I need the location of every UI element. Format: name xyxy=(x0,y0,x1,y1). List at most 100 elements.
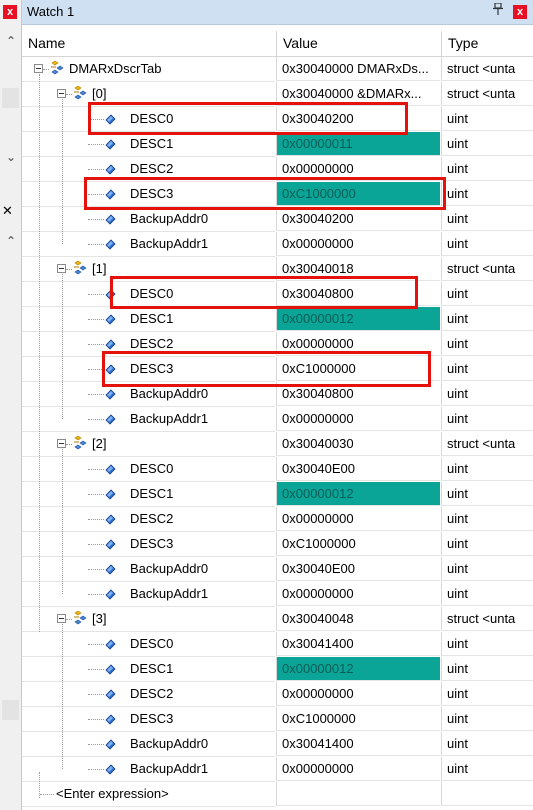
row-name-cell[interactable]: BackupAddr1 xyxy=(22,232,275,257)
row-value[interactable]: 0x30040048 xyxy=(276,607,440,631)
table-row[interactable]: DESC2 0x00000000 uint xyxy=(22,682,533,707)
table-row[interactable]: BackupAddr1 0x00000000 uint xyxy=(22,232,533,257)
row-name-cell[interactable]: BackupAddr0 xyxy=(22,207,275,232)
enter-expression-value xyxy=(276,782,440,806)
row-value[interactable]: 0x00000000 xyxy=(276,757,440,781)
row-value[interactable]: 0x00000012 xyxy=(276,657,440,681)
table-row[interactable]: DESC1 0x00000011 uint xyxy=(22,132,533,157)
chevron-up-icon-2[interactable]: ⌃ xyxy=(4,234,18,248)
row-value[interactable]: 0x00000000 xyxy=(276,232,440,256)
chevron-down-icon[interactable]: ⌄ xyxy=(4,150,18,164)
table-row[interactable]: DESC1 0x00000012 uint xyxy=(22,307,533,332)
row-value[interactable]: 0x30040200 xyxy=(276,207,440,231)
row-type: struct <unta xyxy=(441,432,533,456)
enter-expression-input[interactable]: <Enter expression> xyxy=(56,782,169,806)
table-row[interactable]: BackupAddr1 0x00000000 uint xyxy=(22,582,533,607)
row-value[interactable]: 0x00000012 xyxy=(276,482,440,506)
row-value[interactable]: 0x30040E00 xyxy=(276,557,440,581)
row-value[interactable]: 0x30041400 xyxy=(276,632,440,656)
table-row[interactable]: BackupAddr1 0x00000000 uint xyxy=(22,757,533,782)
collapse-toggle-icon[interactable] xyxy=(57,439,66,448)
row-name-cell[interactable]: [3] xyxy=(22,607,275,632)
table-row[interactable]: DESC2 0x00000000 uint xyxy=(22,507,533,532)
column-header-type[interactable]: Type xyxy=(441,31,533,56)
row-name-cell[interactable]: BackupAddr0 xyxy=(22,732,275,757)
row-value[interactable]: 0x30041400 xyxy=(276,732,440,756)
row-value[interactable]: 0x30040E00 xyxy=(276,457,440,481)
blue-diamond-field-icon xyxy=(102,536,118,552)
table-row[interactable]: DESC0 0x30040E00 uint xyxy=(22,457,533,482)
row-value[interactable]: 0x00000012 xyxy=(276,307,440,331)
row-name-cell[interactable]: DESC3 xyxy=(22,532,275,557)
enter-expression-row[interactable]: <Enter expression> xyxy=(22,782,533,807)
row-name: DESC1 xyxy=(130,486,174,501)
row-name-cell[interactable]: DESC0 xyxy=(22,457,275,482)
table-row[interactable]: DESC3 0xC1000000 uint xyxy=(22,707,533,732)
table-row[interactable]: BackupAddr0 0x30040E00 uint xyxy=(22,557,533,582)
blue-diamond-field-icon xyxy=(102,336,118,352)
row-name: BackupAddr0 xyxy=(130,736,209,751)
row-name-cell[interactable]: DESC0 xyxy=(22,632,275,657)
enter-expression-cell[interactable]: <Enter expression> xyxy=(22,782,275,807)
row-name-cell[interactable]: BackupAddr1 xyxy=(22,582,275,607)
table-row[interactable]: DMARxDscrTab 0x30040000 DMARxDs... struct … xyxy=(22,57,533,82)
row-name-cell[interactable]: DESC1 xyxy=(22,657,275,682)
row-type: uint xyxy=(441,707,533,731)
row-name: DESC2 xyxy=(130,686,174,701)
row-name-cell[interactable]: DESC1 xyxy=(22,482,275,507)
blue-diamond-field-icon xyxy=(102,161,118,177)
row-name-cell[interactable]: DESC3 xyxy=(22,707,275,732)
row-value[interactable]: 0x30040030 xyxy=(276,432,440,456)
table-row[interactable]: BackupAddr1 0x00000000 uint xyxy=(22,407,533,432)
column-header: Name Value Type xyxy=(22,31,533,57)
watch-tree: DMARxDscrTab 0x30040000 DMARxDs... struct … xyxy=(22,57,533,807)
row-name: DESC1 xyxy=(130,136,174,151)
adjacent-scroll-thumb[interactable] xyxy=(2,88,19,108)
pin-icon[interactable] xyxy=(493,2,503,18)
row-value[interactable]: 0x00000000 xyxy=(276,507,440,531)
row-name-cell[interactable]: DESC2 xyxy=(22,507,275,532)
row-name: DESC1 xyxy=(130,311,174,326)
column-header-value[interactable]: Value xyxy=(276,31,443,56)
row-name-cell[interactable]: BackupAddr1 xyxy=(22,757,275,782)
row-value[interactable]: 0x00000000 xyxy=(276,407,440,431)
row-value[interactable]: 0x00000000 xyxy=(276,682,440,706)
blue-diamond-field-icon xyxy=(102,486,118,502)
row-name-cell[interactable]: DESC2 xyxy=(22,682,275,707)
row-type: uint xyxy=(441,282,533,306)
adjacent-scroll-thumb-2[interactable] xyxy=(2,700,19,720)
row-value[interactable]: 0x30040000 DMARxDs... xyxy=(276,57,440,81)
table-row[interactable]: DESC1 0x00000012 uint xyxy=(22,657,533,682)
row-value[interactable]: 0x00000000 xyxy=(276,582,440,606)
row-value[interactable]: 0xC1000000 xyxy=(276,707,440,731)
chevron-up-icon[interactable]: ⌃ xyxy=(4,34,18,48)
table-row[interactable]: [3] 0x30040048 struct <unta xyxy=(22,607,533,632)
table-row[interactable]: BackupAddr0 0x30041400 uint xyxy=(22,732,533,757)
row-type: struct <unta xyxy=(441,57,533,81)
column-header-name[interactable]: Name xyxy=(22,31,276,56)
struct-members-icon xyxy=(49,60,65,77)
table-row[interactable]: DESC3 0xC1000000 uint xyxy=(22,532,533,557)
row-name-cell[interactable]: DESC1 xyxy=(22,132,275,157)
collapse-toggle-icon[interactable] xyxy=(57,264,66,273)
row-name: BackupAddr0 xyxy=(130,561,209,576)
close-icon[interactable]: x xyxy=(513,5,527,19)
table-row[interactable]: DESC0 0x30041400 uint xyxy=(22,632,533,657)
table-row[interactable]: DESC1 0x00000012 uint xyxy=(22,482,533,507)
row-name-cell[interactable]: DMARxDscrTab xyxy=(22,57,275,82)
row-name-cell[interactable]: [2] xyxy=(22,432,275,457)
row-name-cell[interactable]: BackupAddr0 xyxy=(22,557,275,582)
row-value[interactable]: 0xC1000000 xyxy=(276,532,440,556)
row-value[interactable]: 0x00000011 xyxy=(276,132,440,156)
struct-members-icon xyxy=(72,85,88,102)
row-name-cell[interactable]: BackupAddr1 xyxy=(22,407,275,432)
table-row[interactable]: BackupAddr0 0x30040200 uint xyxy=(22,207,533,232)
adjacent-close-icon[interactable]: x xyxy=(3,5,17,19)
annotation-box xyxy=(84,177,446,210)
collapse-toggle-icon[interactable] xyxy=(34,64,43,73)
collapse-toggle-icon[interactable] xyxy=(57,89,66,98)
table-row[interactable]: [2] 0x30040030 struct <unta xyxy=(22,432,533,457)
row-name-cell[interactable]: DESC1 xyxy=(22,307,275,332)
adjacent-x-icon[interactable]: ✕ xyxy=(2,203,13,219)
collapse-toggle-icon[interactable] xyxy=(57,614,66,623)
